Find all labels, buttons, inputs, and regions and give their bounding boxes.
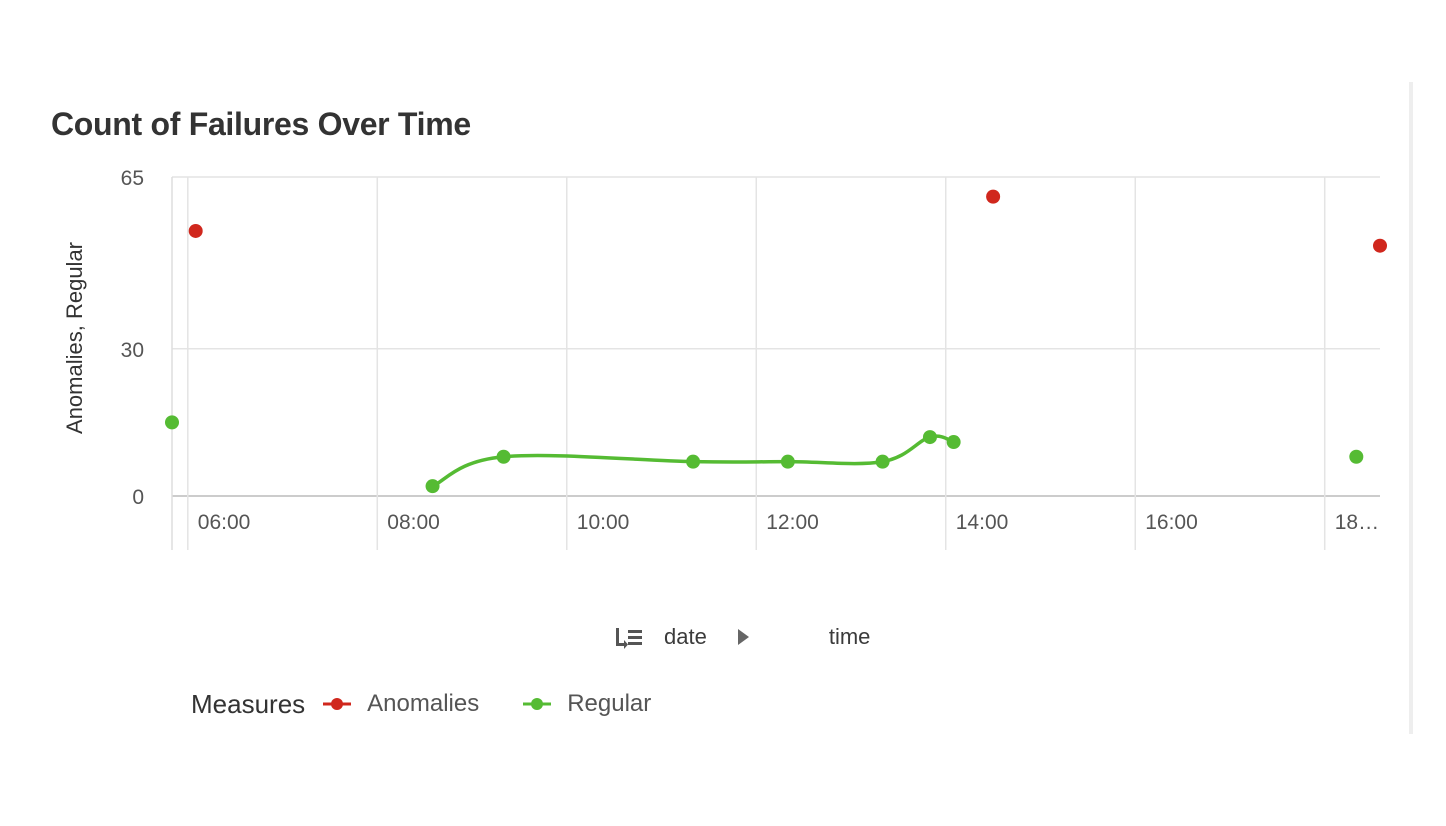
x-tick-label: 12:00	[766, 511, 819, 534]
chart-panel: Count of Failures Over Time 0 30 65 06:00 08…	[0, 0, 1446, 826]
data-point-regular	[686, 454, 701, 469]
y-axis-label: Anomalies, Regular	[62, 242, 87, 434]
drill-level-time[interactable]: time	[829, 624, 871, 650]
legend-item-regular[interactable]: Regular	[523, 690, 651, 718]
data-point-regular	[946, 435, 961, 450]
data-point-anomalies	[986, 189, 1001, 204]
legend-label-regular: Regular	[567, 690, 652, 717]
legend-item-anomalies[interactable]: Anomalies	[323, 690, 479, 718]
legend-title: Measures	[191, 688, 306, 719]
x-tick-label: 14:00	[956, 511, 1009, 534]
legend-marker-anomalies	[323, 698, 352, 710]
data-point-regular	[496, 449, 511, 464]
data-point-regular	[1349, 449, 1364, 464]
data-point-regular	[165, 415, 179, 430]
data-point-regular	[780, 454, 795, 469]
chart-legend: Measures Anomalies Regular	[191, 684, 695, 724]
x-tick-label: 18…	[1335, 511, 1379, 534]
chart-plot[interactable]: 0 30 65 06:00 08:00 10:00 12:00 14:00 16:00 18… A…	[0, 0, 1446, 600]
data-point-regular	[922, 430, 937, 445]
data-point-anomalies	[188, 223, 203, 238]
y-tick-label: 30	[121, 339, 144, 362]
x-tick-label: 10:00	[577, 511, 630, 534]
data-point-anomalies	[1373, 238, 1387, 253]
x-tick-label: 06:00	[198, 511, 251, 534]
drill-level-date[interactable]: date	[664, 624, 707, 650]
legend-label-anomalies: Anomalies	[367, 690, 480, 717]
y-tick-label: 0	[132, 486, 144, 509]
x-tick-label: 08:00	[387, 511, 440, 534]
data-point-regular	[425, 479, 440, 494]
chevron-right-icon[interactable]	[735, 626, 751, 648]
drill-navigation: date time	[612, 620, 870, 654]
x-tick-label: 16:00	[1145, 511, 1198, 534]
data-point-regular	[875, 454, 890, 469]
drill-hierarchy-icon[interactable]	[612, 625, 644, 649]
legend-marker-regular	[523, 698, 552, 710]
y-tick-label: 65	[121, 167, 144, 190]
